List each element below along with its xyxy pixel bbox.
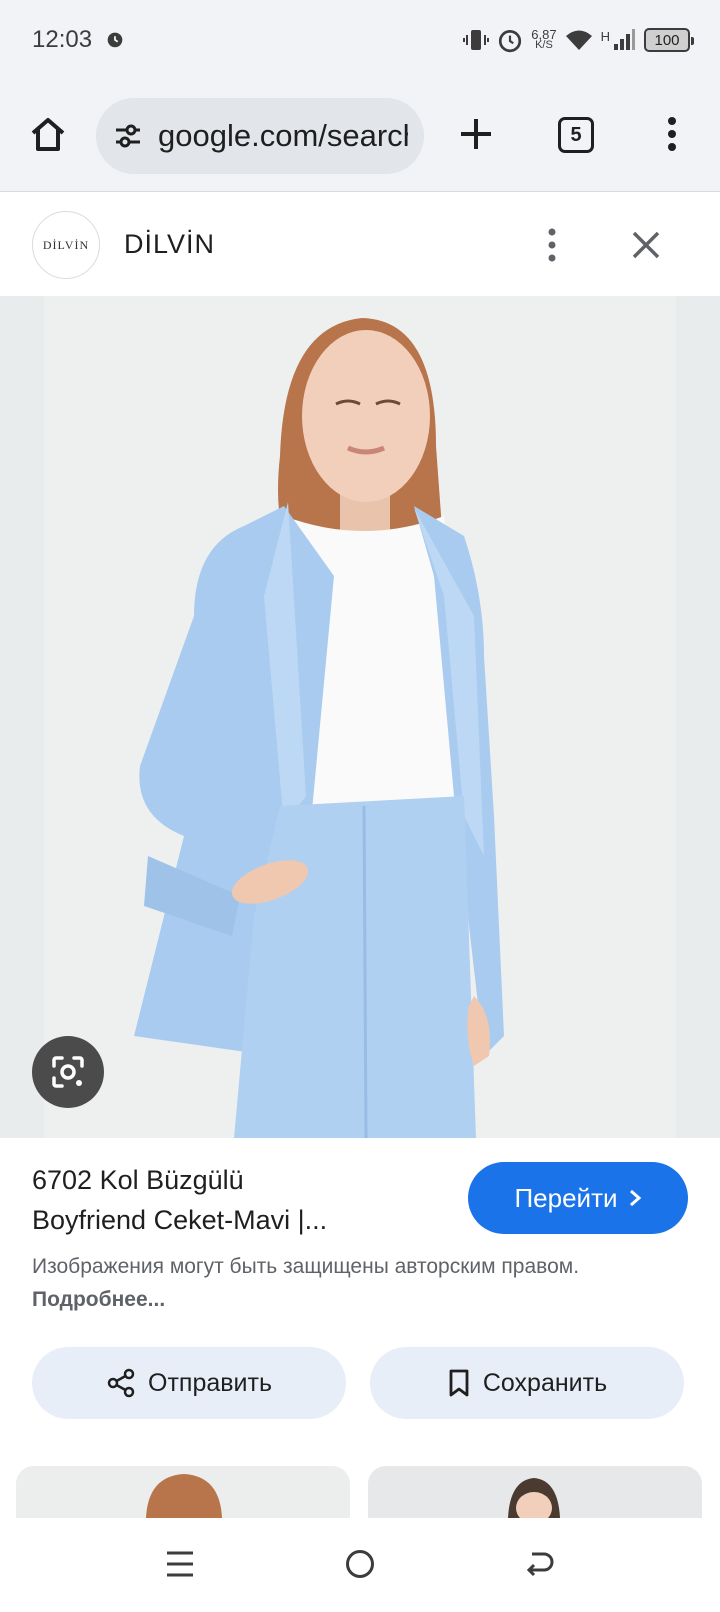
share-button-label: Отправить [148,1368,272,1397]
browser-toolbar: google.com/search 5 [0,80,720,192]
related-image-thumbnail [16,1466,350,1518]
result-title-line1: 6702 Kol Büzgülü [32,1165,244,1195]
close-button[interactable] [622,221,670,269]
wifi-icon [565,30,592,50]
tab-count: 5 [570,123,582,146]
status-icons: 6,87 K/S H 100 [463,24,694,56]
vibrate-icon [463,30,490,50]
home-icon [31,118,65,151]
system-nav-bar [0,1518,720,1612]
visit-button-label: Перейти [514,1182,618,1213]
tab-switcher-button[interactable]: 5 [558,117,594,153]
visit-button[interactable]: Перейти [468,1162,688,1234]
site-settings-icon[interactable] [112,120,144,152]
result-title-line2: Boyfriend Ceket-Mavi |... [32,1205,328,1235]
home-nav-button[interactable] [336,1540,384,1588]
google-lens-button[interactable] [32,1036,104,1108]
plus-icon [461,119,491,149]
save-button[interactable]: Сохранить [370,1347,684,1419]
site-logo-text: DİLVİN [42,237,90,252]
browser-menu-button[interactable] [652,110,692,158]
status-bar: 12:03 6,87 K/S H 100 [0,0,720,80]
learn-more-link[interactable]: Подробнее... [32,1288,165,1311]
menu-icon [167,1551,193,1577]
close-icon [632,231,660,259]
network-type: H [600,28,610,44]
more-vert-icon [668,117,676,151]
recent-apps-button[interactable] [156,1540,204,1588]
image-viewer[interactable] [0,296,720,1138]
bookmark-icon [449,1369,469,1397]
copyright-notice: Изображения могут быть защищены авторски… [32,1250,672,1316]
url-text[interactable]: google.com/search [158,118,408,154]
more-options-button[interactable] [536,221,568,269]
alarm-icon [499,29,522,53]
circle-icon [346,1550,374,1578]
result-title[interactable]: 6702 Kol Büzgülü Boyfriend Ceket-Mavi |.… [32,1160,442,1240]
related-image[interactable] [16,1466,350,1518]
status-time: 12:03 [32,26,93,53]
site-name[interactable]: DİLVİN [124,229,215,260]
chevron-right-icon [629,1189,641,1207]
battery-level: 100 [654,31,680,49]
back-icon [526,1552,554,1577]
related-image[interactable] [368,1466,702,1518]
copyright-text: Изображения могут быть защищены авторски… [32,1255,580,1278]
related-image-thumbnail [368,1466,702,1518]
battery-indicator: 100 [644,28,694,52]
lens-icon [52,1056,84,1088]
network-speed: 6,87 K/S [531,28,556,51]
address-bar[interactable]: google.com/search [96,98,424,174]
share-button[interactable]: Отправить [32,1347,346,1419]
site-logo[interactable]: DİLVİN [32,211,100,279]
save-button-label: Сохранить [482,1368,608,1397]
source-header: DİLVİN DİLVİN [0,193,720,296]
new-tab-button[interactable] [452,110,500,158]
product-image[interactable] [44,296,676,1138]
speed-unit: K/S [535,39,553,51]
back-button[interactable] [516,1540,564,1588]
signal-icon [614,29,635,50]
more-vert-icon [548,228,556,262]
alarm-icon [107,32,123,48]
home-button[interactable] [24,110,72,158]
share-icon [107,1368,135,1398]
